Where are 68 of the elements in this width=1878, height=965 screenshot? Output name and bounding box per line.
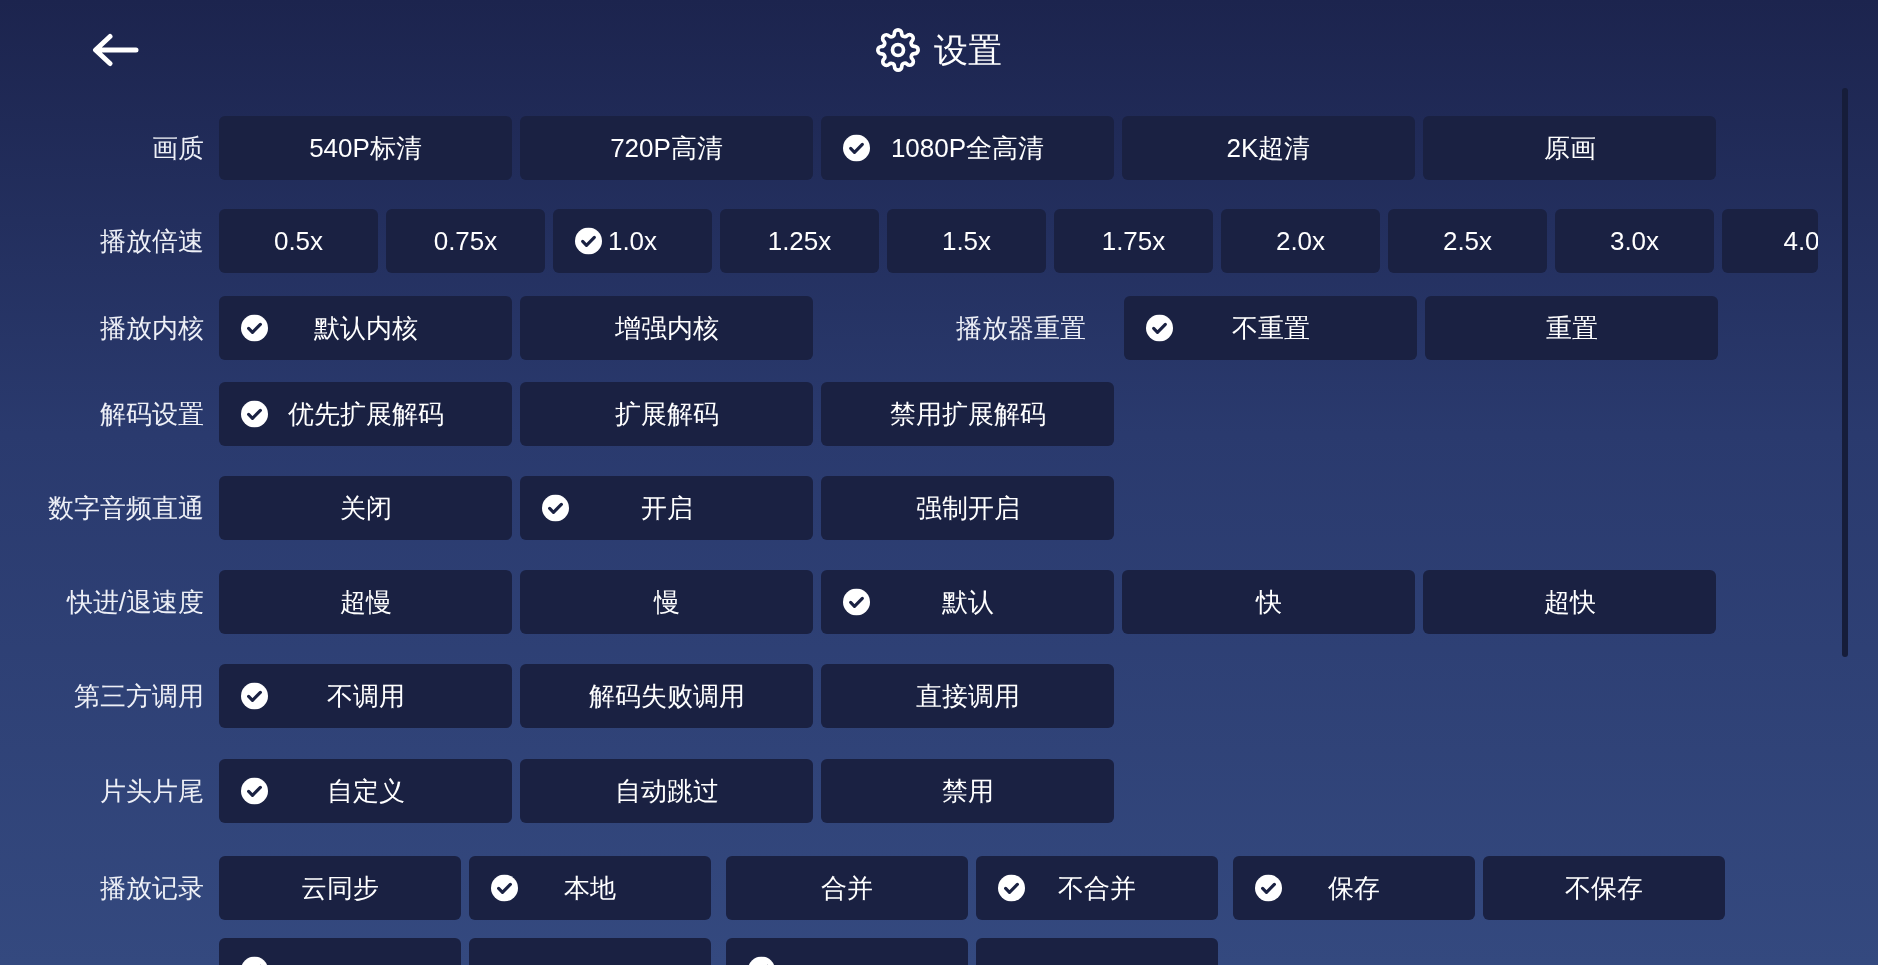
- option-button[interactable]: 2K超清: [1122, 116, 1415, 180]
- option-button[interactable]: 超快: [1423, 570, 1716, 634]
- option-button[interactable]: 本地: [469, 856, 711, 920]
- checkmark-icon: [491, 874, 518, 902]
- checkmark-icon: [241, 777, 268, 805]
- checkmark-icon: [843, 134, 870, 162]
- option-button[interactable]: 3.0x: [1555, 209, 1714, 273]
- option-button[interactable]: 禁用扩展解码: [821, 382, 1114, 446]
- option-button[interactable]: 自定义: [219, 759, 512, 823]
- option-button[interactable]: 2.5x: [1388, 209, 1547, 273]
- option-button[interactable]: 优先扩展解码: [219, 382, 512, 446]
- option-button[interactable]: 超慢: [219, 570, 512, 634]
- option-button[interactable]: 不重置: [1124, 296, 1417, 360]
- setting-label: 片头片尾: [100, 778, 204, 804]
- setting-label: 播放内核: [100, 315, 204, 341]
- option-button[interactable]: 扩展解码: [520, 382, 813, 446]
- option-button[interactable]: 直接调用: [821, 664, 1114, 728]
- option-button[interactable]: 重置: [1425, 296, 1718, 360]
- setting-label: 快进/退速度: [66, 589, 204, 615]
- option-button[interactable]: 1.5x: [887, 209, 1046, 273]
- option-button[interactable]: 慢: [520, 570, 813, 634]
- setting-label: 画质: [152, 135, 204, 161]
- setting-label: 数字音频直通: [48, 495, 204, 521]
- option-button[interactable]: 4.0: [1722, 209, 1818, 273]
- setting-label: 解码设置: [100, 401, 204, 427]
- option-button[interactable]: 1.25x: [720, 209, 879, 273]
- option-button[interactable]: 自动跳过: [520, 759, 813, 823]
- option-button[interactable]: 默认: [821, 570, 1114, 634]
- option-button[interactable]: 云同步: [219, 856, 461, 920]
- option-button[interactable]: 720P高清: [520, 116, 813, 180]
- setting-label: 播放记录: [100, 875, 204, 901]
- checkmark-icon: [1146, 314, 1173, 342]
- option-button[interactable]: 禁用: [821, 759, 1114, 823]
- option-button[interactable]: 不保存: [1483, 856, 1725, 920]
- checkmark-icon: [241, 400, 268, 428]
- option-button[interactable]: 原画: [1423, 116, 1716, 180]
- checkmark-icon: [241, 314, 268, 342]
- setting-label: 播放倍速: [100, 228, 204, 254]
- option-button[interactable]: 不合并: [976, 856, 1218, 920]
- option-button[interactable]: 2.0x: [1221, 209, 1380, 273]
- setting-label: 播放器重置: [956, 315, 1086, 341]
- option-button[interactable]: 关闭: [219, 476, 512, 540]
- checkmark-icon: [542, 494, 569, 522]
- option-button[interactable]: 0.5x: [219, 209, 378, 273]
- checkmark-icon: [843, 588, 870, 616]
- option-button[interactable]: 解码失败调用: [520, 664, 813, 728]
- scrollbar-thumb[interactable]: [1842, 88, 1848, 657]
- checkmark-icon: [1255, 874, 1282, 902]
- option-button[interactable]: 不调用: [219, 664, 512, 728]
- option-button[interactable]: 保存: [1233, 856, 1475, 920]
- option-button[interactable]: 默认内核: [219, 296, 512, 360]
- option-button[interactable]: 1080P全高清: [821, 116, 1114, 180]
- option-button[interactable]: 1.0x: [553, 209, 712, 273]
- option-button[interactable]: 0.75x: [386, 209, 545, 273]
- option-button[interactable]: 540P标清: [219, 116, 512, 180]
- checkmark-icon: [241, 682, 268, 710]
- setting-label: 第三方调用: [74, 683, 204, 709]
- option-button[interactable]: 快: [1122, 570, 1415, 634]
- page-title: 设置: [934, 33, 1002, 67]
- checkmark-icon: [998, 874, 1025, 902]
- option-button[interactable]: 强制开启: [821, 476, 1114, 540]
- back-arrow-icon[interactable]: [91, 33, 139, 67]
- option-button[interactable]: 增强内核: [520, 296, 813, 360]
- option-button[interactable]: 1.75x: [1054, 209, 1213, 273]
- settings-icon: [876, 28, 920, 72]
- option-button[interactable]: 合并: [726, 856, 968, 920]
- checkmark-icon: [575, 227, 602, 255]
- option-button[interactable]: 开启: [520, 476, 813, 540]
